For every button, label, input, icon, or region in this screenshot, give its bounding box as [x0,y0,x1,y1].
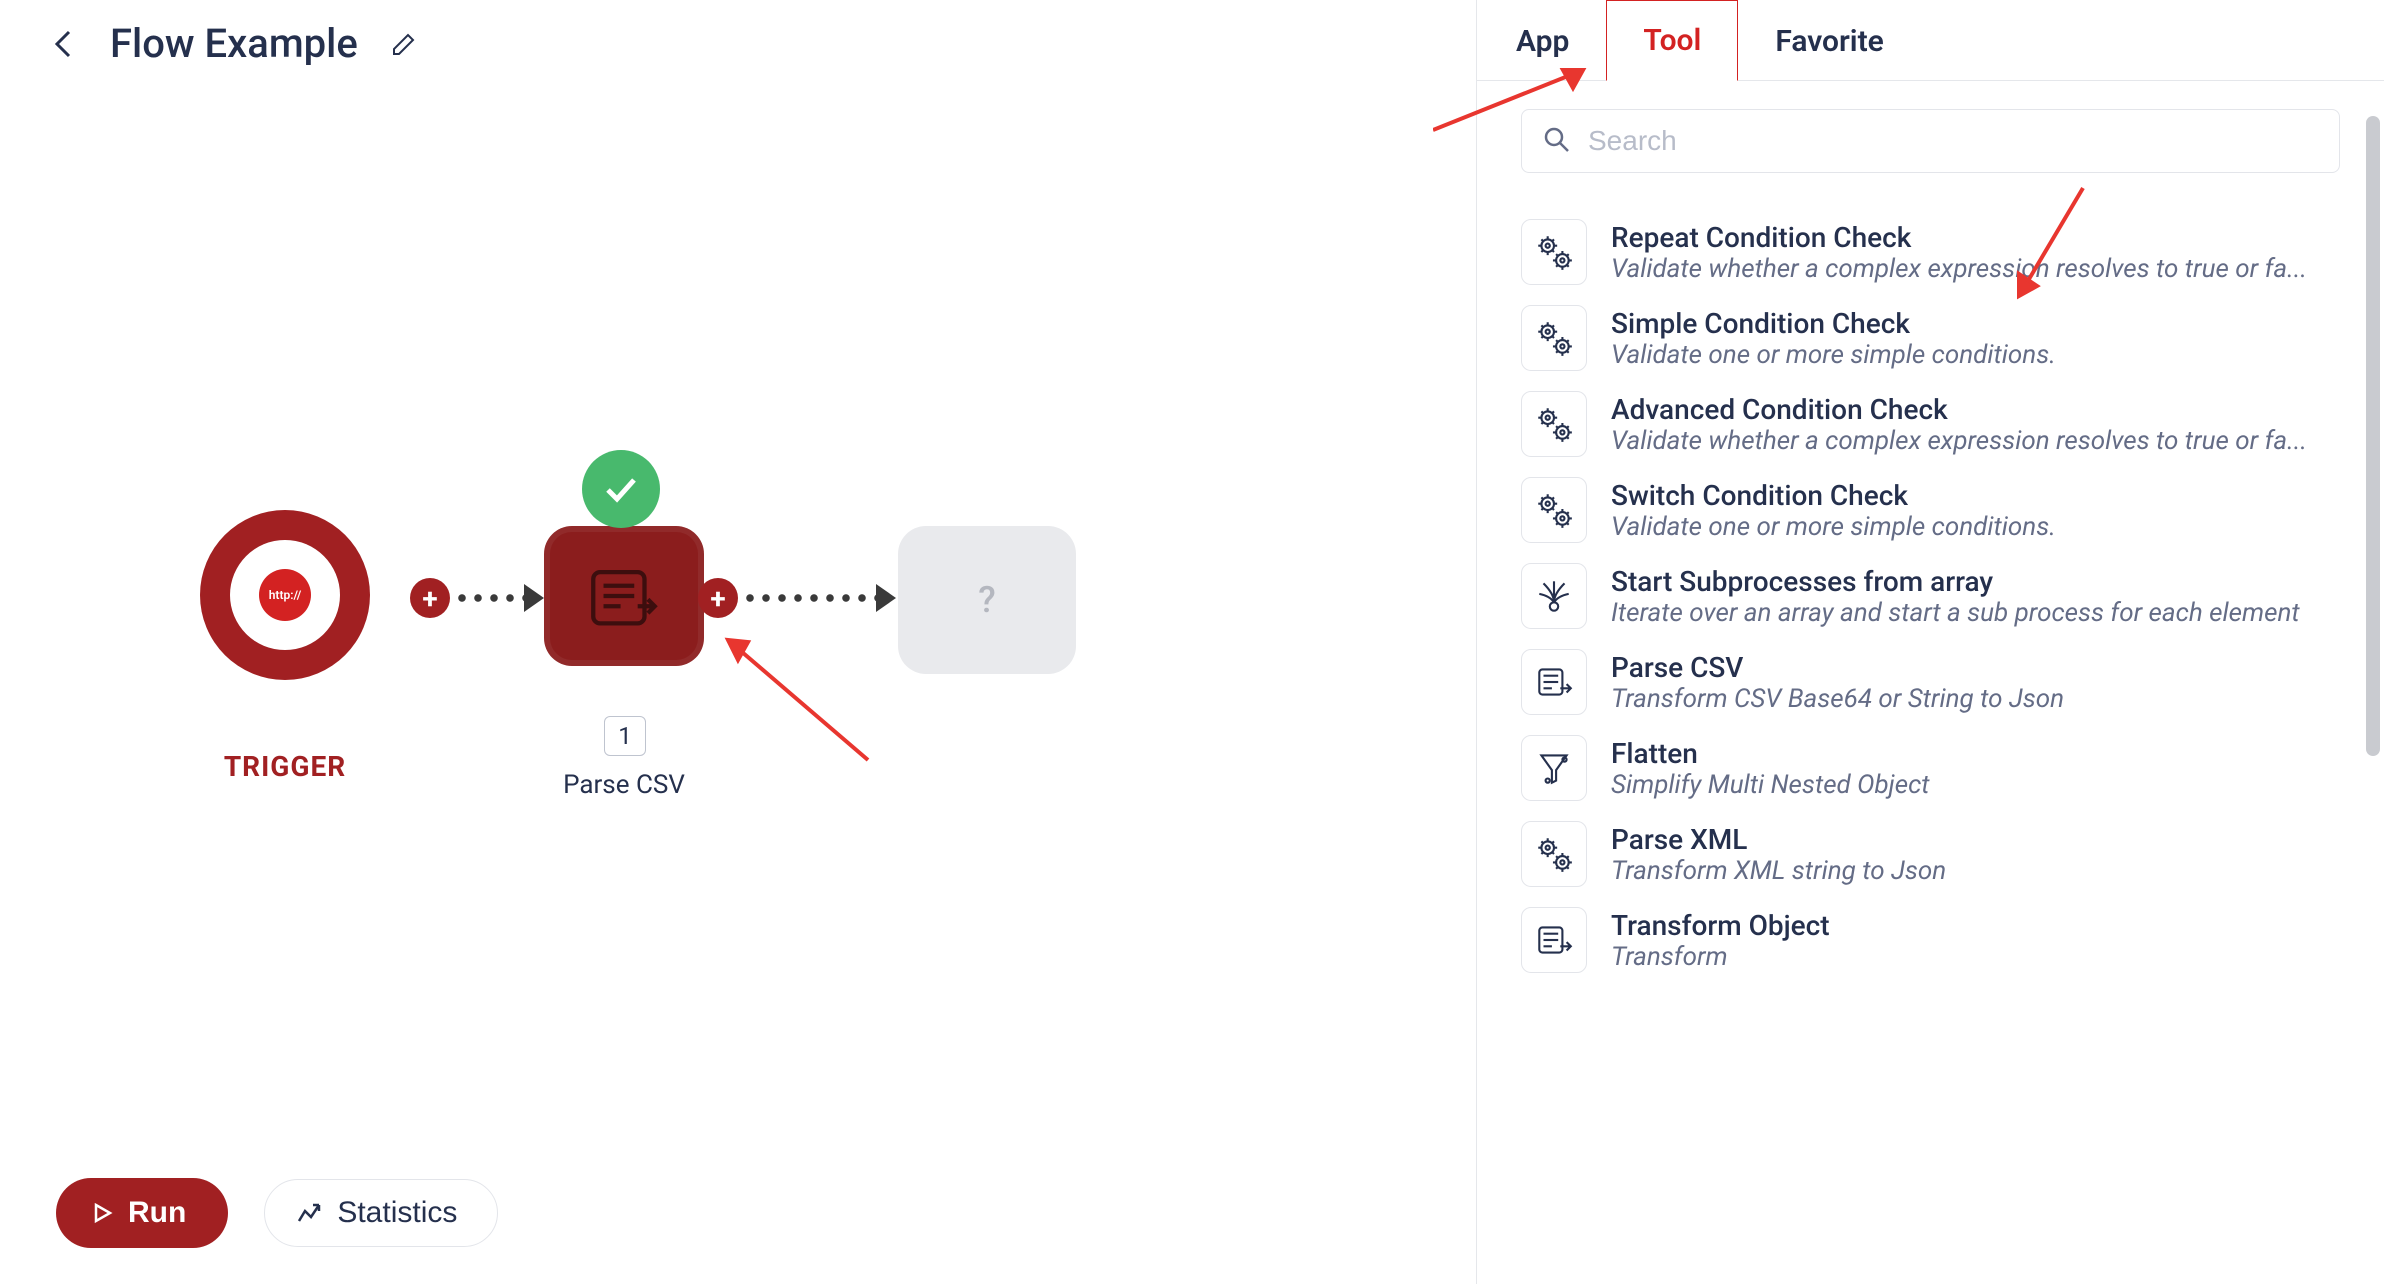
burst-icon [1521,563,1587,629]
tool-title: Start Subprocesses from array [1611,565,2300,598]
flow-icon [1521,907,1587,973]
tool-title: Parse XML [1611,823,1946,856]
tool-description: Validate one or more simple conditions. [1611,512,2056,542]
tool-description: Transform XML string to Json [1611,856,1946,886]
connector-1 [454,594,526,602]
statistics-button-label: Statistics [337,1196,457,1230]
tab-tool[interactable]: Tool [1606,0,1738,81]
panel-scrollbar[interactable] [2366,116,2380,756]
parse-csv-node-label: Parse CSV [544,770,704,800]
tool-side-panel: App Tool Favorite Repeat Condition Check… [1476,0,2384,1284]
tool-item[interactable]: Advanced Condition CheckValidate whether… [1521,391,2340,457]
connector-2-arrowhead-icon [876,584,896,612]
tool-item[interactable]: FlattenSimplify Multi Nested Object [1521,735,2340,801]
tool-title: Advanced Condition Check [1611,393,2307,426]
tool-item[interactable]: Transform ObjectTransform [1521,907,2340,973]
tool-title: Transform Object [1611,909,1830,942]
tool-title: Flatten [1611,737,1930,770]
panel-tabs: App Tool Favorite [1477,0,2384,81]
gears-icon [1521,219,1587,285]
node-run-count: 1 [604,716,646,756]
add-after-trigger-button[interactable]: + [410,578,450,618]
tool-list: Repeat Condition CheckValidate whether a… [1521,219,2340,973]
trigger-node-label: TRIGGER [200,750,370,783]
tool-text: FlattenSimplify Multi Nested Object [1611,737,1930,800]
tool-text: Simple Condition CheckValidate one or mo… [1611,307,2056,370]
tool-description: Simplify Multi Nested Object [1611,770,1930,800]
gears-icon [1521,391,1587,457]
tool-text: Transform ObjectTransform [1611,909,1830,972]
tool-text: Advanced Condition CheckValidate whether… [1611,393,2307,456]
connector-1-arrowhead-icon [524,584,544,612]
tool-title: Simple Condition Check [1611,307,2056,340]
parse-csv-node[interactable] [544,526,704,666]
tool-title: Switch Condition Check [1611,479,2056,512]
tool-item[interactable]: Switch Condition CheckValidate one or mo… [1521,477,2340,543]
tab-favorite[interactable]: Favorite [1738,1,1921,81]
connector-2 [742,594,878,602]
success-badge-icon [582,450,660,528]
search-input[interactable] [1586,124,2319,158]
tab-app[interactable]: App [1479,1,1606,81]
tool-description: Validate one or more simple conditions. [1611,340,2056,370]
tool-description: Transform CSV Base64 or String to Json [1611,684,2064,714]
tool-description: Validate whether a complex expression re… [1611,426,2307,456]
statistics-button[interactable]: Statistics [264,1179,498,1247]
tool-item[interactable]: Repeat Condition CheckValidate whether a… [1521,219,2340,285]
placeholder-node[interactable]: ? [898,526,1076,674]
trigger-node[interactable]: http:// [200,510,370,680]
tool-item[interactable]: Simple Condition CheckValidate one or mo… [1521,305,2340,371]
tool-item[interactable]: Parse CSVTransform CSV Base64 or String … [1521,649,2340,715]
run-button[interactable]: Run [56,1178,228,1248]
trigger-chip: http:// [259,569,311,621]
tool-description: Iterate over an array and start a sub pr… [1611,598,2300,628]
tool-text: Repeat Condition CheckValidate whether a… [1611,221,2307,284]
tool-title: Repeat Condition Check [1611,221,2307,254]
flow-canvas[interactable]: http:// TRIGGER + 1 Parse CSV + ? [0,0,1476,1284]
tool-text: Switch Condition CheckValidate one or mo… [1611,479,2056,542]
run-button-label: Run [128,1196,186,1230]
tool-description: Validate whether a complex expression re… [1611,254,2307,284]
tool-text: Start Subprocesses from arrayIterate ove… [1611,565,2300,628]
tool-title: Parse CSV [1611,651,2064,684]
search-icon [1542,125,1570,157]
tool-item[interactable]: Parse XMLTransform XML string to Json [1521,821,2340,887]
tool-item[interactable]: Start Subprocesses from arrayIterate ove… [1521,563,2340,629]
gears-icon [1521,477,1587,543]
flow-icon [1521,649,1587,715]
gears-icon [1521,821,1587,887]
tool-text: Parse XMLTransform XML string to Json [1611,823,1946,886]
add-after-action-button[interactable]: + [698,578,738,618]
funnel-icon [1521,735,1587,801]
tool-text: Parse CSVTransform CSV Base64 or String … [1611,651,2064,714]
search-field[interactable] [1521,109,2340,173]
tool-description: Transform [1611,942,1830,972]
gears-icon [1521,305,1587,371]
